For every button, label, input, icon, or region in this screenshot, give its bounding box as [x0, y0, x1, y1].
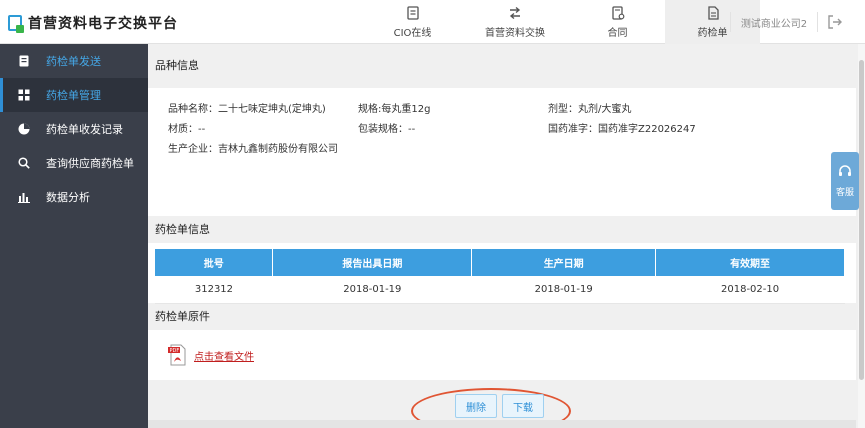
pdf-file-icon[interactable]: PDF: [168, 344, 188, 366]
svg-text:PDF: PDF: [170, 348, 180, 354]
product-section-title: 品种信息: [155, 59, 199, 72]
headset-icon: [839, 164, 851, 176]
user-company[interactable]: 测试商业公司2: [730, 12, 818, 32]
table-row: 312312 2018-01-19 2018-01-19 2018-02-10: [155, 276, 845, 304]
document-icon: [406, 5, 419, 20]
product-info-panel: 品种名称：二十七味定坤丸(定坤丸) 规格:每丸重12g 剂型：丸剂/大蜜丸 材质…: [148, 88, 856, 216]
nav-item-cio[interactable]: CIO在线: [365, 0, 460, 44]
sidebar-item-records[interactable]: 药检单收发记录: [0, 112, 148, 146]
nav-item-exchange[interactable]: 首营资料交换: [460, 0, 570, 44]
sidebar-item-label: 查询供应商药检单: [46, 157, 134, 170]
sidebar-item-label: 药检单管理: [46, 89, 101, 102]
cell-batch-number: 312312: [155, 276, 273, 304]
column-header-batch: 批号: [155, 249, 274, 276]
grid-icon: [18, 89, 30, 101]
sidebar-item-manage[interactable]: 药检单管理: [0, 78, 148, 112]
info-row: 材质：-- 包装规格：-- 国药准字：国药准字Z22026247: [148, 120, 856, 140]
original-section-title: 药检单原件: [155, 310, 210, 323]
logo-icon: [8, 15, 24, 33]
column-header-expiry-date: 有效期至: [655, 249, 845, 276]
customer-service-label: 客服: [835, 187, 854, 198]
table-header-row: 批号 报告出具日期 生产日期 有效期至: [155, 249, 845, 276]
search-icon: [18, 157, 30, 169]
column-header-report-date: 报告出具日期: [272, 249, 473, 276]
pie-chart-icon: [18, 123, 30, 135]
main-content: 品种信息 品种名称：二十七味定坤丸(定坤丸) 规格:每丸重12g 剂型：丸剂/大…: [148, 44, 856, 428]
nav-item-contract[interactable]: 合同: [570, 0, 665, 44]
batch-info-panel: 批号 报告出具日期 生产日期 有效期至 312312 2018-01-19 20…: [148, 243, 856, 304]
bar-chart-icon: [18, 193, 30, 203]
sidebar-item-analysis[interactable]: 数据分析: [0, 180, 148, 214]
info-row: 生产企业：吉林九鑫制药股份有限公司: [148, 140, 856, 160]
product-material: 材质：--: [168, 124, 206, 135]
document-icon: [19, 55, 29, 67]
top-nav: CIO在线 首营资料交换 合同 药检单: [365, 0, 760, 44]
customer-service-button[interactable]: 客服: [831, 152, 859, 210]
nav-item-label: 药检单: [697, 27, 728, 39]
sidebar-item-search[interactable]: 查询供应商药检单: [0, 146, 148, 180]
top-bar: 首营资料电子交换平台 CIO在线 首营资料交换 合同 药检单 测试商业公司2: [0, 0, 865, 44]
sidebar-item-label: 药检单发送: [46, 55, 101, 68]
nav-item-label: 合同: [607, 27, 628, 39]
sidebar: 药检单发送 药检单管理 药检单收发记录 查询供应商药检单 数据分析: [0, 44, 148, 428]
info-row: 品种名称：二十七味定坤丸(定坤丸) 规格:每丸重12g 剂型：丸剂/大蜜丸: [148, 100, 856, 120]
product-approval: 国药准字：国药准字Z22026247: [548, 124, 696, 135]
contract-icon: [611, 5, 624, 20]
footer-band: [148, 420, 856, 428]
product-maker: 生产企业：吉林九鑫制药股份有限公司: [168, 144, 338, 155]
nav-item-label: 首营资料交换: [485, 27, 545, 39]
scrollbar-thumb[interactable]: [859, 60, 864, 380]
batch-section-title: 药检单信息: [155, 223, 210, 236]
exchange-arrows-icon: [509, 6, 521, 19]
download-button[interactable]: 下载: [502, 394, 544, 418]
file-icon: [707, 5, 719, 20]
product-spec: 规格:每丸重12g: [358, 104, 431, 115]
app-logo[interactable]: 首营资料电子交换平台: [8, 13, 178, 33]
column-header-production-date: 生产日期: [471, 249, 657, 276]
cell-expiry-date: 2018-02-10: [655, 276, 845, 304]
batch-table: 批号 报告出具日期 生产日期 有效期至 312312 2018-01-19 20…: [155, 249, 845, 304]
cell-report-date: 2018-01-19: [272, 276, 472, 304]
view-file-link[interactable]: 点击查看文件: [194, 348, 254, 363]
product-form: 剂型：丸剂/大蜜丸: [548, 104, 632, 115]
app-title: 首营资料电子交换平台: [28, 16, 178, 32]
cell-production-date: 2018-01-19: [471, 276, 656, 304]
sidebar-item-label: 数据分析: [46, 191, 90, 204]
nav-item-label: CIO在线: [393, 27, 432, 39]
sidebar-item-label: 药检单收发记录: [46, 123, 123, 136]
product-package: 包装规格：--: [358, 124, 416, 135]
delete-button[interactable]: 删除: [455, 394, 497, 418]
logout-icon[interactable]: [826, 13, 844, 31]
sidebar-item-send[interactable]: 药检单发送: [0, 44, 148, 78]
original-file-panel: PDF 点击查看文件: [148, 330, 856, 380]
product-name: 品种名称：二十七味定坤丸(定坤丸): [168, 104, 326, 115]
